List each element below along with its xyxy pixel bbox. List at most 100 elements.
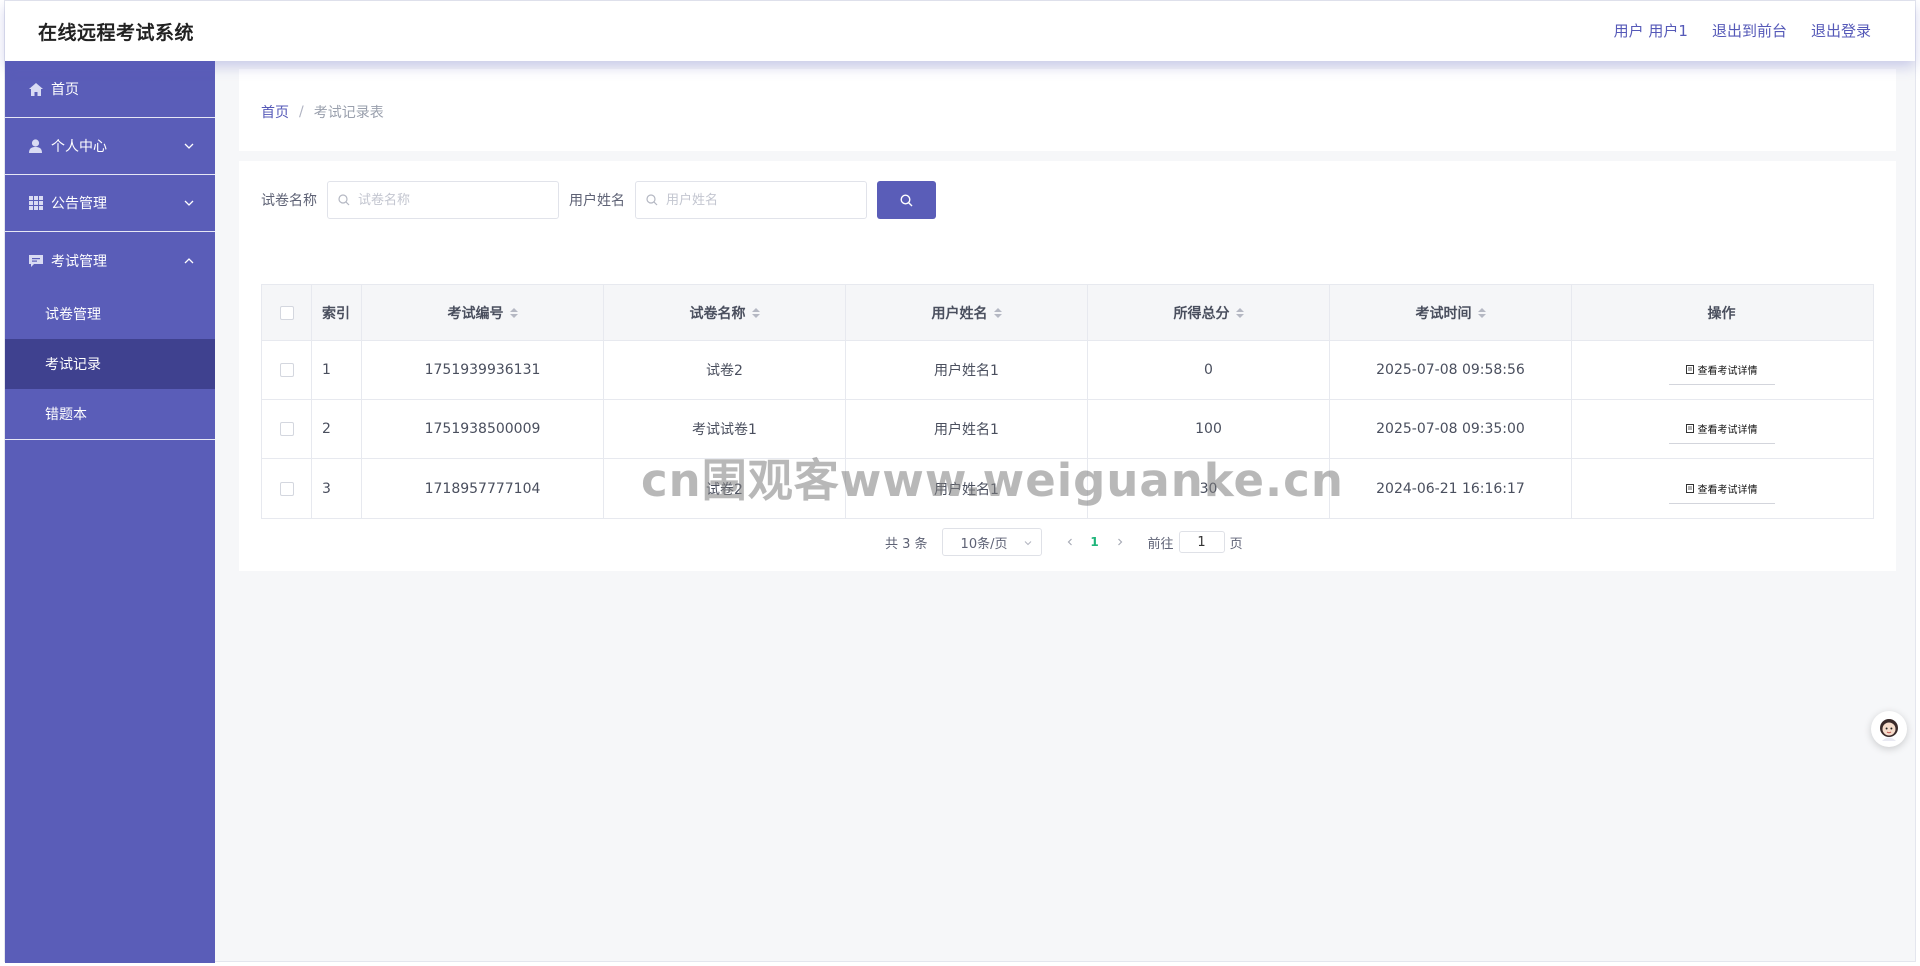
cell-paper-name: 考试试卷1 bbox=[604, 400, 846, 458]
header-total-score[interactable]: 所得总分 bbox=[1088, 285, 1330, 340]
cell-exam-no: 1751938500009 bbox=[362, 400, 604, 458]
prev-page-button[interactable] bbox=[1060, 537, 1080, 547]
cell-exam-no: 1718957777104 bbox=[362, 459, 604, 518]
assistant-avatar[interactable] bbox=[1871, 711, 1907, 747]
header-label: 试卷名称 bbox=[689, 305, 746, 322]
goto-page-input[interactable] bbox=[1178, 531, 1225, 553]
cell-total-score: 100 bbox=[1088, 400, 1330, 458]
chevron-down-icon bbox=[184, 143, 194, 149]
top-header: 在线远程考试系统 用户 用户1 退出到前台 退出登录 bbox=[5, 1, 1915, 61]
pagination: 共 3 条 10条/页 1 前往 页 bbox=[885, 528, 1243, 556]
message-icon bbox=[28, 253, 43, 268]
back-to-front-link[interactable]: 退出到前台 bbox=[1712, 20, 1787, 41]
sort-icon[interactable] bbox=[509, 307, 518, 318]
cell-user-name: 用户姓名1 bbox=[846, 400, 1088, 458]
breadcrumb: 首页 / 考试记录表 bbox=[261, 102, 384, 122]
content-card: 试卷名称 用户姓名 索引 考试编号 bbox=[239, 161, 1896, 571]
breadcrumb-current: 考试记录表 bbox=[313, 105, 384, 121]
row-checkbox-cell bbox=[262, 459, 312, 518]
sidebar-subitem-wrong-questions[interactable]: 错题本 bbox=[5, 389, 215, 439]
next-page-button[interactable] bbox=[1110, 537, 1130, 547]
sidebar-item-personal-center[interactable]: 个人中心 bbox=[5, 118, 215, 175]
row-checkbox[interactable] bbox=[279, 481, 294, 496]
chevron-down-icon bbox=[184, 200, 194, 206]
sort-icon[interactable] bbox=[1477, 307, 1486, 318]
header-exam-no[interactable]: 考试编号 bbox=[362, 285, 604, 340]
view-exam-detail-button[interactable]: 查看考试详情 bbox=[1668, 355, 1775, 385]
document-icon bbox=[1685, 365, 1694, 374]
select-all-checkbox[interactable] bbox=[279, 305, 294, 320]
header-operation: 操作 bbox=[1707, 305, 1736, 322]
sort-icon[interactable] bbox=[751, 307, 760, 318]
chevron-up-icon bbox=[184, 257, 194, 263]
page-number[interactable]: 1 bbox=[1080, 535, 1110, 549]
sidebar: 首页 个人中心 公告管理 考试管理 试卷管理 考试记录 错题本 bbox=[5, 61, 215, 963]
app-title: 在线远程考试系统 bbox=[38, 22, 195, 44]
sidebar-item-label: 考试管理 bbox=[51, 253, 107, 270]
header-label: 考试时间 bbox=[1415, 305, 1472, 322]
chevron-left-icon bbox=[1067, 538, 1072, 546]
cell-total-score: 0 bbox=[1088, 341, 1330, 399]
header-exam-time[interactable]: 考试时间 bbox=[1330, 285, 1572, 340]
row-checkbox-cell bbox=[262, 400, 312, 458]
cell-exam-time: 2025-07-08 09:35:00 bbox=[1330, 400, 1572, 458]
sidebar-subitem-paper-management[interactable]: 试卷管理 bbox=[5, 289, 215, 339]
current-user-link[interactable]: 用户 用户1 bbox=[1614, 20, 1688, 41]
table-header-row: 索引 考试编号 试卷名称 用户姓名 所得总分 考试时间 操作 bbox=[262, 285, 1873, 341]
user-name-label: 用户姓名 bbox=[569, 193, 625, 209]
table-row: 3 1718957777104 试卷2 用户姓名1 30 2024-06-21 … bbox=[262, 459, 1873, 518]
page-size-value: 10条/页 bbox=[960, 536, 1008, 552]
user-icon bbox=[28, 139, 43, 154]
cell-exam-time: 2025-07-08 09:58:56 bbox=[1330, 341, 1572, 399]
logout-link[interactable]: 退出登录 bbox=[1811, 20, 1871, 41]
search-icon bbox=[900, 193, 913, 206]
view-exam-detail-label: 查看考试详情 bbox=[1697, 484, 1758, 496]
paper-name-field[interactable] bbox=[327, 181, 559, 219]
row-checkbox[interactable] bbox=[279, 422, 294, 436]
breadcrumb-separator: / bbox=[299, 104, 304, 120]
table-row: 2 1751938500009 考试试卷1 用户姓名1 100 2025-07-… bbox=[262, 400, 1873, 459]
page-size-select[interactable]: 10条/页 bbox=[941, 528, 1042, 556]
document-icon bbox=[1685, 424, 1694, 433]
header-label: 考试编号 bbox=[447, 305, 504, 322]
search-button[interactable] bbox=[877, 181, 936, 219]
header-label: 用户姓名 bbox=[931, 305, 988, 322]
goto-label: 前往 bbox=[1147, 536, 1174, 552]
cell-exam-no: 1751939936131 bbox=[362, 341, 604, 399]
view-exam-detail-button[interactable]: 查看考试详情 bbox=[1668, 414, 1775, 444]
table-row: 1 1751939936131 试卷2 用户姓名1 0 2025-07-08 0… bbox=[262, 341, 1873, 400]
sidebar-subitem-exam-records[interactable]: 考试记录 bbox=[5, 339, 215, 389]
paper-name-input[interactable] bbox=[356, 191, 546, 209]
sidebar-item-label: 公告管理 bbox=[51, 196, 107, 212]
sidebar-item-home[interactable]: 首页 bbox=[5, 61, 215, 118]
sort-icon[interactable] bbox=[1235, 307, 1244, 318]
sidebar-item-announcements[interactable]: 公告管理 bbox=[5, 175, 215, 232]
row-checkbox[interactable] bbox=[279, 363, 294, 377]
header-checkbox-cell bbox=[262, 285, 312, 340]
header-label: 所得总分 bbox=[1173, 305, 1230, 322]
row-checkbox-cell bbox=[262, 341, 312, 399]
avatar-icon bbox=[1880, 719, 1898, 741]
cell-total-score: 30 bbox=[1088, 459, 1330, 518]
cell-paper-name: 试卷2 bbox=[604, 459, 846, 518]
sidebar-item-exam-management[interactable]: 考试管理 bbox=[5, 232, 215, 289]
sidebar-item-label: 首页 bbox=[51, 82, 79, 98]
sort-icon[interactable] bbox=[993, 307, 1002, 318]
breadcrumb-home[interactable]: 首页 bbox=[261, 102, 289, 122]
goto-suffix: 页 bbox=[1229, 536, 1243, 552]
header-user-name[interactable]: 用户姓名 bbox=[846, 285, 1088, 340]
total-count: 共 3 条 bbox=[885, 536, 928, 552]
cell-operation: 查看考试详情 bbox=[1572, 341, 1871, 399]
grid-icon bbox=[28, 196, 43, 211]
cell-user-name: 用户姓名1 bbox=[846, 459, 1088, 518]
cell-operation: 查看考试详情 bbox=[1572, 459, 1871, 518]
view-exam-detail-button[interactable]: 查看考试详情 bbox=[1668, 474, 1775, 504]
header-actions: 用户 用户1 退出到前台 退出登录 bbox=[1614, 20, 1871, 41]
document-icon bbox=[1685, 483, 1694, 493]
chevron-right-icon bbox=[1117, 538, 1122, 546]
header-paper-name[interactable]: 试卷名称 bbox=[604, 285, 846, 340]
header-index: 索引 bbox=[312, 285, 362, 340]
user-name-input[interactable] bbox=[664, 191, 854, 209]
user-name-field[interactable] bbox=[635, 181, 867, 219]
search-icon bbox=[338, 194, 350, 206]
